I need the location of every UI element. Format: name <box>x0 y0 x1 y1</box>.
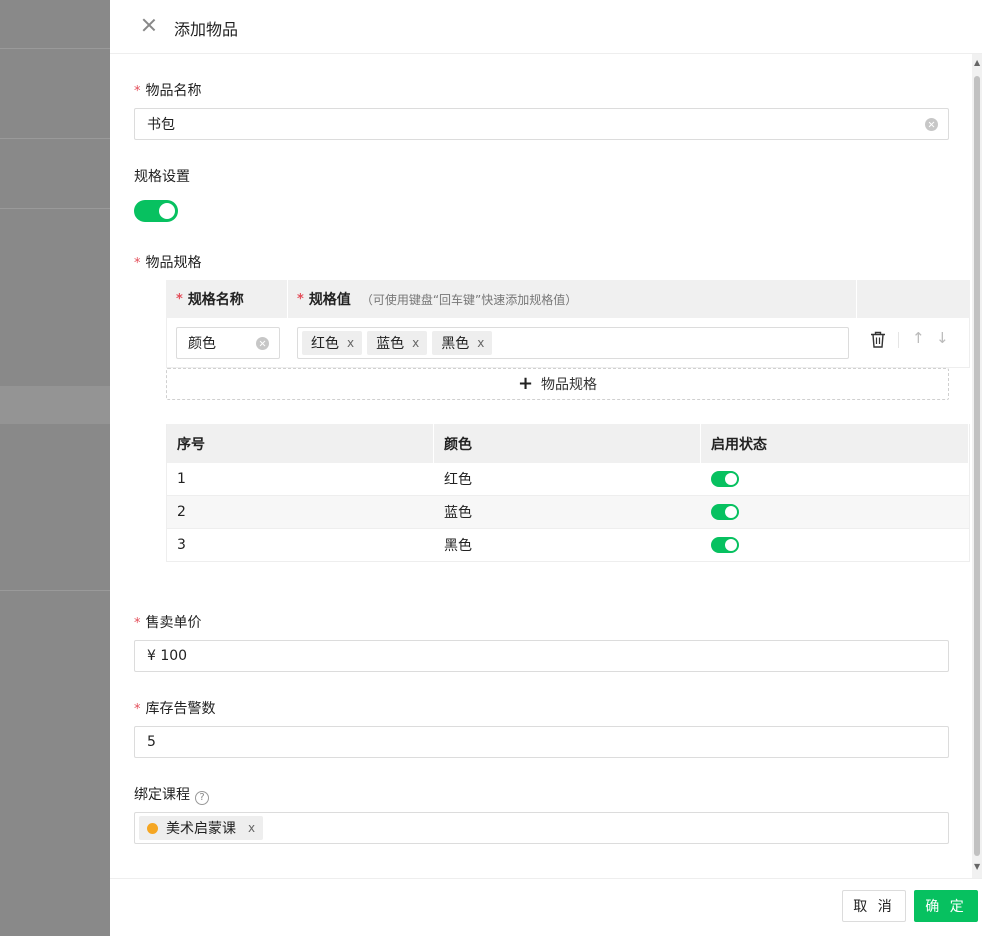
row-index: 2 <box>177 504 186 520</box>
spec-value-tag: 红色 x <box>302 331 363 355</box>
clear-icon[interactable] <box>925 118 938 131</box>
spec-name-value: 颜色 <box>188 336 216 352</box>
toggle-knob <box>725 506 737 518</box>
row-index: 3 <box>177 537 186 553</box>
scroll-thumb[interactable] <box>974 76 980 856</box>
unit-price-value: ¥ 100 <box>147 648 188 664</box>
arrow-down-icon[interactable]: ↓ <box>936 329 949 347</box>
tag-remove-icon[interactable]: x <box>248 821 255 835</box>
course-tag-label: 美术启蒙课 <box>166 821 236 837</box>
unit-price-label: * 售卖单价 <box>134 615 202 631</box>
arrow-up-icon[interactable]: ↑ <box>912 329 925 347</box>
tag-remove-icon[interactable]: x <box>477 336 484 350</box>
spec-status-table: 序号 颜色 启用状态 1 红色 2 蓝色 3 黑色 <box>166 424 970 562</box>
spec-setting-toggle[interactable] <box>134 200 178 222</box>
add-item-drawer: 添加物品 * 物品名称 书包 规格设置 * 物品规格 * 规格名称 * 规格值 （可使用键… <box>110 0 982 936</box>
stock-alert-label: * 库存告警数 <box>134 701 216 717</box>
col-divider <box>287 280 288 318</box>
overlay-divider <box>0 138 110 139</box>
add-spec-label: 物品规格 <box>541 377 598 393</box>
bind-course-select[interactable]: 美术启蒙课 x <box>134 812 949 844</box>
required-mark: * <box>134 616 141 631</box>
col-divider <box>856 280 857 318</box>
row-status-cell <box>701 463 969 495</box>
close-icon[interactable] <box>140 16 158 34</box>
drawer-header: 添加物品 <box>110 0 982 54</box>
scroll-up-icon[interactable]: ▲ <box>974 58 980 67</box>
bind-course-label: 绑定课程? <box>134 784 209 805</box>
toggle-knob <box>159 203 175 219</box>
col-status: 启用状态 <box>701 424 969 463</box>
clear-icon[interactable] <box>256 337 269 350</box>
table-row: 1 红色 <box>167 463 969 496</box>
tag-remove-icon[interactable]: x <box>347 336 354 350</box>
item-name-value: 书包 <box>147 117 175 133</box>
row-color: 黑色 <box>444 538 472 554</box>
spec-value-tag: 蓝色 x <box>367 331 428 355</box>
col-spec-value: * 规格值 （可使用键盘“回车键”快速添加规格值） <box>297 291 578 309</box>
required-mark: * <box>134 702 141 717</box>
spec-values-input[interactable]: 红色 x 蓝色 x 黑色 x <box>297 327 849 359</box>
toggle-knob <box>725 473 737 485</box>
drawer-footer: 取 消 确 定 <box>110 878 982 936</box>
item-name-input[interactable]: 书包 <box>134 108 949 140</box>
course-color-dot <box>147 822 158 834</box>
required-mark: * <box>134 84 141 99</box>
overlay-divider <box>0 48 110 49</box>
course-tag: 美术启蒙课 x <box>139 816 264 840</box>
scroll-down-icon[interactable]: ▼ <box>974 862 980 871</box>
confirm-button[interactable]: 确 定 <box>914 890 978 922</box>
drawer-title: 添加物品 <box>174 20 239 39</box>
row-status-toggle[interactable] <box>711 504 739 520</box>
unit-price-input[interactable]: ¥ 100 <box>134 640 949 672</box>
col-color: 颜色 <box>434 424 701 463</box>
spec-value-tag: 黑色 x <box>432 331 493 355</box>
spec-setting-label: 规格设置 <box>134 169 190 185</box>
item-spec-label: * 物品规格 <box>134 255 202 271</box>
row-status-toggle[interactable] <box>711 537 739 553</box>
spec-name-input[interactable]: 颜色 <box>176 327 280 359</box>
row-color: 红色 <box>444 472 472 488</box>
col-spec-name: * 规格名称 <box>176 291 244 309</box>
action-divider <box>898 332 899 348</box>
col-index: 序号 <box>167 424 434 463</box>
row-index: 1 <box>177 471 186 487</box>
table-row: 2 蓝色 <box>167 496 969 529</box>
required-mark: * <box>134 256 141 271</box>
overlay-divider <box>0 208 110 209</box>
stock-alert-input[interactable]: 5 <box>134 726 949 758</box>
add-spec-button[interactable]: + 物品规格 <box>166 368 949 400</box>
status-table-header: 序号 颜色 启用状态 <box>167 424 969 463</box>
overlay-divider <box>0 590 110 591</box>
spec-table-header: * 规格名称 * 规格值 （可使用键盘“回车键”快速添加规格值） <box>166 280 970 318</box>
row-color: 蓝色 <box>444 505 472 521</box>
page-overlay[interactable] <box>0 0 110 936</box>
row-status-cell <box>701 529 969 561</box>
toggle-knob <box>725 539 737 551</box>
row-status-cell <box>701 496 969 528</box>
cancel-button[interactable]: 取 消 <box>842 890 906 922</box>
spec-value-hint: （可使用键盘“回车键”快速添加规格值） <box>360 292 578 307</box>
item-name-label: * 物品名称 <box>134 83 202 99</box>
plus-icon: + <box>517 373 534 394</box>
drawer-body: * 物品名称 书包 规格设置 * 物品规格 * 规格名称 * 规格值 （可使用键盘“回车键… <box>110 54 982 878</box>
table-row: 3 黑色 <box>167 529 969 562</box>
stock-alert-value: 5 <box>147 734 156 750</box>
overlay-band <box>0 386 110 424</box>
spec-row: 颜色 红色 x 蓝色 x 黑色 x ↑ ↓ <box>166 318 970 368</box>
tag-remove-icon[interactable]: x <box>412 336 419 350</box>
trash-icon[interactable] <box>870 331 886 349</box>
help-icon[interactable]: ? <box>195 791 209 805</box>
scrollbar[interactable]: ▲ ▼ <box>972 54 982 878</box>
row-status-toggle[interactable] <box>711 471 739 487</box>
